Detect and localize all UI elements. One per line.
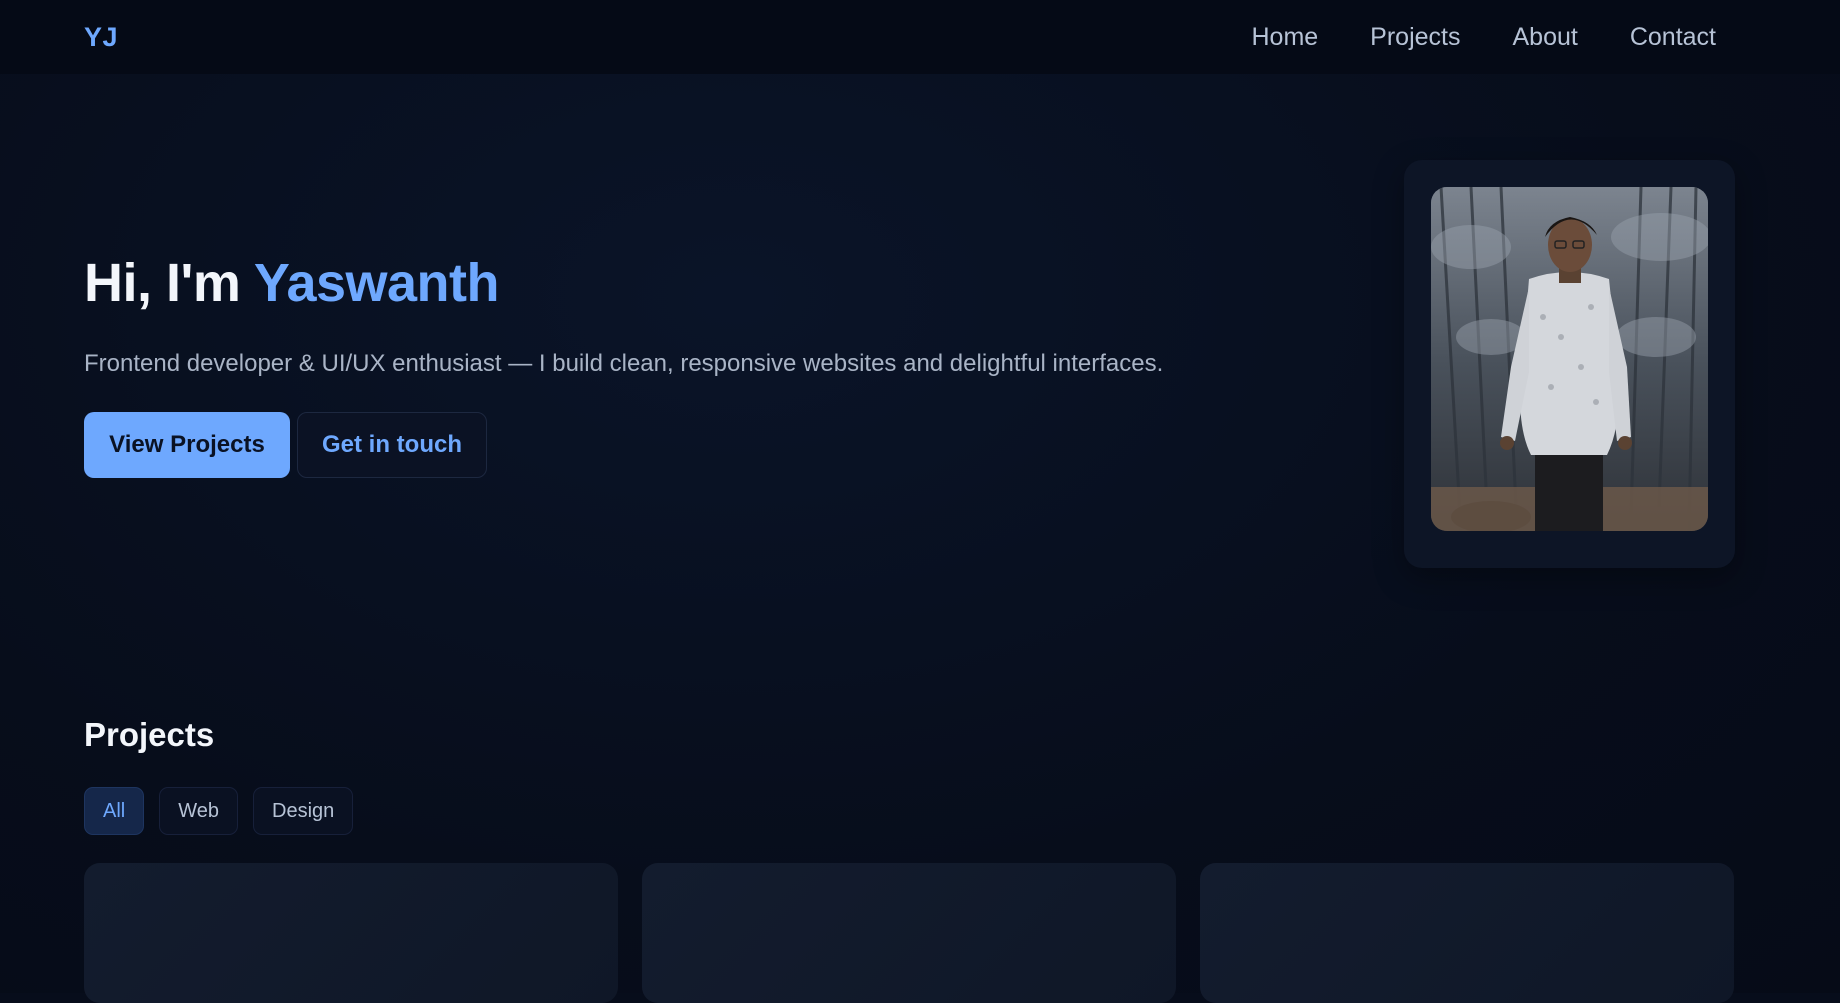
project-card[interactable] — [642, 863, 1176, 1003]
nav-link-projects[interactable]: Projects — [1370, 23, 1460, 52]
get-in-touch-button[interactable]: Get in touch — [297, 412, 487, 478]
logo[interactable]: YJ — [84, 22, 118, 53]
hero-subtitle: Frontend developer & UI/UX enthusiast — … — [84, 350, 1164, 377]
project-filters: All Web Design — [84, 787, 354, 835]
filter-web[interactable]: Web — [159, 787, 238, 835]
hero-name: Yaswanth — [253, 253, 500, 313]
profile-photo — [1431, 187, 1708, 531]
filter-all[interactable]: All — [84, 787, 145, 835]
nav-link-about[interactable]: About — [1512, 23, 1577, 52]
profile-photo-illustration — [1431, 187, 1708, 531]
navbar: YJ Home Projects About Contact — [0, 0, 1840, 74]
profile-photo-card — [1404, 160, 1735, 568]
projects-section-title: Projects — [84, 716, 215, 753]
view-projects-button[interactable]: View Projects — [84, 412, 290, 478]
nav-link-home[interactable]: Home — [1251, 23, 1318, 52]
project-card[interactable] — [84, 863, 618, 1003]
nav-link-contact[interactable]: Contact — [1630, 23, 1716, 52]
hero-title: Hi, I'm Yaswanth — [84, 252, 500, 314]
filter-design[interactable]: Design — [253, 787, 354, 835]
hero-greeting: Hi, I'm — [84, 253, 254, 313]
project-card[interactable] — [1200, 863, 1734, 1003]
nav-links: Home Projects About Contact — [1251, 23, 1716, 52]
